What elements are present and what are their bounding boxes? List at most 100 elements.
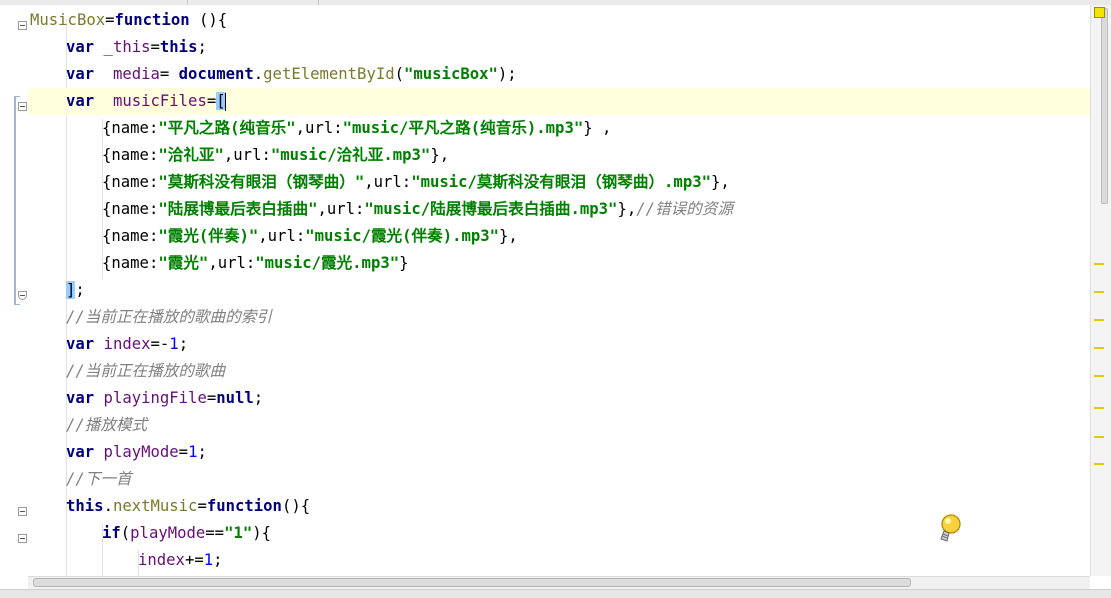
code-token: function	[114, 11, 190, 29]
code-token: {name:	[102, 173, 159, 191]
code-token: index	[138, 551, 185, 569]
warning-stripe-mark[interactable]	[1094, 263, 1104, 265]
code-token: media	[94, 65, 160, 83]
code-token: ;	[253, 389, 264, 407]
code-token: .	[253, 65, 264, 83]
warning-stripe-mark[interactable]	[1094, 319, 1104, 321]
warning-stripe-mark[interactable]	[1094, 436, 1104, 438]
code-token: },	[499, 227, 518, 245]
code-token: =	[206, 389, 217, 407]
vertical-scroll-thumb[interactable]	[1101, 8, 1108, 204]
code-token: //错误的资源	[636, 200, 733, 218]
code-token: index	[94, 335, 151, 353]
code-token: "music/陆展博最后表白插曲.mp3"	[364, 200, 618, 218]
code-token: this	[159, 38, 198, 56]
fold-end-marker-icon[interactable]	[18, 291, 27, 300]
code-token: ,url:	[295, 119, 343, 137]
code-line[interactable]: var playMode=1;	[28, 439, 1090, 466]
code-token: playMode	[130, 524, 206, 542]
code-token: "霞光(伴奏)"	[158, 227, 259, 245]
code-token: if	[102, 524, 121, 542]
code-line[interactable]: {name:"陆展博最后表白插曲",url:"music/陆展博最后表白插曲.m…	[28, 196, 1090, 223]
code-token: =	[197, 497, 207, 515]
code-line[interactable]: if(playMode=="1"){	[28, 520, 1090, 547]
code-token: ;	[197, 443, 207, 461]
code-token: var	[66, 65, 95, 83]
code-line[interactable]: {name:"洽礼亚",url:"music/洽礼亚.mp3"},	[28, 142, 1090, 169]
code-token: =-	[150, 335, 170, 353]
code-line[interactable]: var musicFiles=[	[28, 88, 1090, 115]
code-line[interactable]: var index=-1;	[28, 331, 1090, 358]
code-line[interactable]: //播放模式	[28, 412, 1090, 439]
warning-stripe-mark[interactable]	[1094, 407, 1104, 409]
code-line[interactable]: var _this=this;	[28, 34, 1090, 61]
error-stripe-marker-icon[interactable]	[1094, 7, 1105, 18]
lightbulb-icon[interactable]	[934, 512, 966, 544]
code-line[interactable]: ];	[28, 277, 1090, 304]
fold-marker-icon[interactable]	[18, 21, 27, 30]
code-token: nextMusic	[112, 497, 198, 515]
code-token: "music/霞光.mp3"	[255, 254, 400, 272]
fold-marker-icon[interactable]	[18, 534, 27, 543]
code-line[interactable]: index+=1;	[28, 547, 1090, 574]
code-token: {name:	[102, 146, 159, 164]
code-line[interactable]: //当前正在播放的歌曲的索引	[28, 304, 1090, 331]
code-token: //播放模式	[66, 416, 148, 434]
warning-stripe-mark[interactable]	[1094, 347, 1104, 349]
code-token: this	[66, 497, 104, 515]
code-token: "洽礼亚"	[158, 146, 224, 164]
code-line[interactable]: MusicBox=function (){	[28, 7, 1090, 34]
code-token: playMode	[94, 443, 179, 461]
code-token: "莫斯科没有眼泪（钢琴曲）"	[158, 173, 365, 191]
lightbulb-icon-graphic	[940, 514, 961, 542]
fold-marker-icon[interactable]	[18, 102, 27, 111]
code-token: 1	[203, 551, 214, 569]
code-token: _this	[94, 38, 151, 56]
code-token: {name:	[102, 119, 159, 137]
code-token: "霞光"	[158, 254, 209, 272]
code-token: var	[66, 335, 95, 353]
code-token: =	[105, 11, 115, 29]
code-token: "平凡之路(纯音乐"	[158, 119, 296, 137]
code-token: =	[206, 92, 217, 110]
editor-gutter[interactable]	[0, 5, 28, 576]
code-token: ]	[66, 281, 76, 299]
code-token: ,url:	[223, 146, 271, 164]
code-line[interactable]: {name:"霞光",url:"music/霞光.mp3"}	[28, 250, 1090, 277]
code-token: var	[66, 38, 95, 56]
code-line[interactable]: var media= document.getElementById("musi…	[28, 61, 1090, 88]
warning-stripe-mark[interactable]	[1094, 291, 1104, 293]
code-token: }	[399, 254, 409, 272]
code-token: =	[150, 38, 160, 56]
code-token: ;	[75, 281, 85, 299]
code-token: function	[206, 497, 282, 515]
horizontal-scroll-thumb[interactable]	[33, 578, 911, 587]
code-line[interactable]: var playingFile=null;	[28, 385, 1090, 412]
code-line[interactable]: this.nextMusic=function(){	[28, 493, 1090, 520]
code-token: },	[711, 173, 730, 191]
code-token: var	[66, 92, 95, 110]
code-editor[interactable]: MusicBox=function (){var _this=this; var …	[28, 5, 1090, 576]
code-token: ;	[213, 551, 223, 569]
code-token: (){	[189, 11, 228, 29]
code-line[interactable]: //下一首	[28, 466, 1090, 493]
fold-marker-icon[interactable]	[18, 507, 27, 516]
code-line[interactable]: {name:"平凡之路(纯音乐",url:"music/平凡之路(纯音乐).mp…	[28, 115, 1090, 142]
code-token: },	[617, 200, 637, 218]
code-token: ,url:	[364, 173, 412, 191]
code-token: ,url:	[208, 254, 256, 272]
warning-stripe-mark[interactable]	[1094, 463, 1104, 465]
code-line[interactable]: {name:"莫斯科没有眼泪（钢琴曲）",url:"music/莫斯科没有眼泪（…	[28, 169, 1090, 196]
code-token: (	[394, 65, 404, 83]
code-token: //当前正在播放的歌曲	[66, 362, 226, 380]
code-token: document	[178, 65, 254, 83]
code-line[interactable]: {name:"霞光(伴奏)",url:"music/霞光(伴奏).mp3"},	[28, 223, 1090, 250]
code-token: },	[430, 146, 450, 164]
code-line[interactable]: //当前正在播放的歌曲	[28, 358, 1090, 385]
status-bar	[0, 589, 1111, 598]
code-token: "music/平凡之路(纯音乐).mp3"	[342, 119, 584, 137]
code-token: "music/霞光(伴奏).mp3"	[305, 227, 500, 245]
code-token: var	[66, 389, 95, 407]
warning-stripe-mark[interactable]	[1094, 375, 1104, 377]
code-token: =	[178, 443, 189, 461]
